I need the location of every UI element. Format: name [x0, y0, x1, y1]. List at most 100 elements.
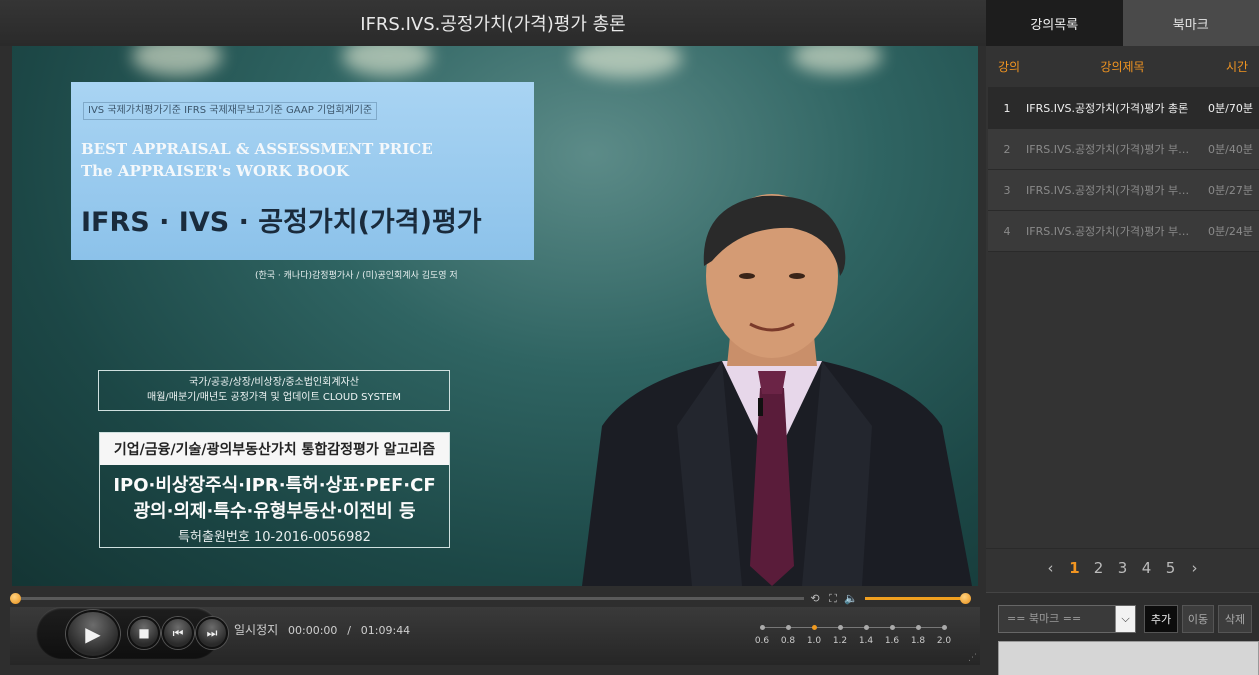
- speed-dot[interactable]: [760, 625, 765, 630]
- lecture-title: IFRS.IVS.공정가치(가격)평가 부…: [1026, 184, 1190, 197]
- skip-back-icon: ⏮: [172, 625, 184, 640]
- page-2[interactable]: 2: [1092, 559, 1106, 577]
- speed-dot[interactable]: [786, 625, 791, 630]
- seek-handle[interactable]: [10, 593, 21, 604]
- current-time: 00:00:00: [288, 624, 338, 637]
- lecture-number: 4: [1003, 224, 1011, 238]
- box1-line2: 매월/매분기/매년도 공정가격 및 업데이트 CLOUD SYSTEM: [147, 392, 401, 403]
- fullscreen-icon[interactable]: ⛶: [826, 592, 840, 605]
- speed-dot[interactable]: [864, 625, 869, 630]
- speed-selector[interactable]: 0.6 0.8 1.0 1.2 1.4 1.6 1.8 2.0: [752, 621, 957, 651]
- bookmark-select[interactable]: == 북마크 == ⌵: [998, 605, 1136, 633]
- speed-option[interactable]: 1.8: [905, 636, 931, 646]
- presenter-image: [582, 194, 972, 586]
- playback-buttons: ▶ ■ ⏮ ⏭: [36, 607, 228, 659]
- bookmark-controls: == 북마크 == ⌵ 추가 이동 삭제: [986, 592, 1259, 675]
- lecture-title: IFRS.IVS.공정가치(가격)평가 총론: [1026, 102, 1189, 115]
- prev-page-button[interactable]: ‹: [1044, 559, 1058, 577]
- bookmark-memo-field[interactable]: [998, 641, 1259, 675]
- speed-dot[interactable]: [942, 625, 947, 630]
- cloud-system-box: 국가/공공/상장/비상장/중소법인회계자산 매월/매분기/매년도 공정가격 및 …: [98, 370, 450, 411]
- add-bookmark-button[interactable]: 추가: [1144, 605, 1178, 633]
- repeat-icon[interactable]: ⟲: [808, 592, 822, 605]
- player-area: IFRS.IVS.공정가치(가격)평가 총론 IVS 국제가치평가기준 IFRS…: [0, 0, 986, 675]
- seek-bar[interactable]: ⟲ ⛶ 🔈: [10, 592, 980, 606]
- speed-dot[interactable]: [890, 625, 895, 630]
- resize-grip-icon[interactable]: ⋰: [968, 653, 978, 663]
- book-cover-header: IVS 국제가치평가기준 IFRS 국제재무보고기준 GAAP 기업회계기준 B…: [71, 82, 534, 260]
- lecture-row[interactable]: 1 IFRS.IVS.공정가치(가격)평가 총론 0분/70분: [988, 88, 1259, 129]
- pagination: ‹ 1 2 3 4 5 ›: [986, 548, 1259, 580]
- book-main-title: IFRS · IVS · 공정가치(가격)평가: [81, 207, 482, 238]
- tab-lecture-list[interactable]: 강의목록: [986, 0, 1123, 46]
- control-bar: ▶ ■ ⏮ ⏭ 일시정지 00:00:00 / 01:09:44 0.6 0.8 1…: [10, 607, 980, 665]
- speed-option[interactable]: 1.2: [827, 636, 853, 646]
- speed-option[interactable]: 1.0: [801, 636, 827, 646]
- volume-handle[interactable]: [960, 593, 971, 604]
- page-3[interactable]: 3: [1116, 559, 1130, 577]
- book-author: (한국 · 캐나다)감정평가사 / (미)공인회계사 김도영 저: [255, 271, 458, 281]
- page-1[interactable]: 1: [1068, 559, 1082, 577]
- speed-option[interactable]: 2.0: [931, 636, 957, 646]
- tab-bookmark[interactable]: 북마크: [1122, 0, 1259, 46]
- algorithm-box: 기업/금융/기술/광의부동산가치 통합감정평가 알고리즘 IPO·비상장주식·I…: [99, 432, 450, 548]
- stop-icon: ■: [138, 626, 150, 640]
- time-separator: /: [347, 624, 351, 637]
- lecture-row[interactable]: 3 IFRS.IVS.공정가치(가격)평가 부… 0분/27분: [988, 170, 1259, 211]
- play-icon: ▶: [85, 622, 101, 646]
- next-page-button[interactable]: ›: [1188, 559, 1202, 577]
- ceiling-light: [572, 46, 682, 78]
- ceiling-light: [342, 46, 432, 76]
- speed-option[interactable]: 0.8: [775, 636, 801, 646]
- column-header-title: 강의제목: [1100, 60, 1145, 74]
- speed-option[interactable]: 0.6: [749, 636, 775, 646]
- total-time: 01:09:44: [360, 624, 411, 637]
- lecture-row[interactable]: 2 IFRS.IVS.공정가치(가격)평가 부… 0분/40분: [988, 129, 1259, 170]
- patent-number: 특허출원번호 10-2016-0056982: [178, 530, 371, 545]
- player-window: IFRS.IVS.공정가치(가격)평가 총론 IVS 국제가치평가기준 IFRS…: [0, 0, 1259, 675]
- lecture-title: IFRS.IVS.공정가치(가격)평가 부…: [1026, 225, 1190, 238]
- play-button[interactable]: ▶: [66, 610, 120, 658]
- lecture-time: 0분/40분: [1208, 143, 1253, 156]
- lecture-time: 0분/24분: [1208, 225, 1253, 238]
- move-bookmark-button[interactable]: 이동: [1182, 605, 1214, 633]
- speed-dot[interactable]: [916, 625, 921, 630]
- chevron-down-icon[interactable]: ⌵: [1115, 606, 1135, 632]
- column-header-time: 시간: [1225, 60, 1249, 74]
- delete-bookmark-button[interactable]: 삭제: [1218, 605, 1252, 633]
- lecture-number: 1: [1003, 101, 1011, 115]
- column-header-number: 강의: [997, 60, 1021, 74]
- book-english-title: BEST APPRAISAL & ASSESSMENT PRICE: [81, 140, 433, 158]
- speed-dot[interactable]: [838, 625, 843, 630]
- next-button[interactable]: ⏭: [196, 617, 228, 649]
- book-english-subtitle: The APPRAISER's WORK BOOK: [81, 162, 349, 180]
- speed-option[interactable]: 1.6: [879, 636, 905, 646]
- box2-line2: 광의·의제·특수·유형부동산·이전비 등: [133, 501, 416, 522]
- lecture-time: 0분/27분: [1208, 184, 1253, 197]
- box1-line1: 국가/공공/상장/비상장/중소법인회계자산: [189, 377, 359, 388]
- status-text: 일시정지: [234, 623, 279, 637]
- stop-button[interactable]: ■: [128, 617, 160, 649]
- speed-option[interactable]: 1.4: [853, 636, 879, 646]
- lecture-list: 1 IFRS.IVS.공정가치(가격)평가 총론 0분/70분 2 IFRS.I…: [988, 88, 1259, 252]
- side-panel: 강의목록 북마크 강의 강의제목 시간 1 IFRS.IVS.공정가치(가격)평…: [986, 0, 1259, 675]
- playback-status: 일시정지 00:00:00 / 01:09:44: [234, 621, 410, 638]
- window-title: IFRS.IVS.공정가치(가격)평가 총론: [0, 0, 986, 46]
- lecture-table-header: 강의 강의제목 시간: [988, 46, 1259, 88]
- video-frame[interactable]: IVS 국제가치평가기준 IFRS 국제재무보고기준 GAAP 기업회계기준 B…: [12, 46, 978, 586]
- box2-heading: 기업/금융/기술/광의부동산가치 통합감정평가 알고리즘: [100, 433, 449, 465]
- volume-icon[interactable]: 🔈: [844, 592, 858, 605]
- skip-forward-icon: ⏭: [206, 625, 218, 640]
- lecture-number: 3: [1003, 183, 1011, 197]
- speed-dot[interactable]: [812, 625, 817, 630]
- seek-track[interactable]: [14, 597, 804, 600]
- panel-tabs: 강의목록 북마크: [986, 0, 1259, 46]
- lecture-title: IFRS.IVS.공정가치(가격)평가 부…: [1026, 143, 1190, 156]
- page-5[interactable]: 5: [1164, 559, 1178, 577]
- page-4[interactable]: 4: [1140, 559, 1154, 577]
- volume-slider[interactable]: [865, 597, 968, 600]
- ceiling-light: [132, 46, 222, 76]
- lecture-row[interactable]: 4 IFRS.IVS.공정가치(가격)평가 부… 0분/24분: [988, 211, 1259, 252]
- book-standards: IVS 국제가치평가기준 IFRS 국제재무보고기준 GAAP 기업회계기준: [83, 102, 378, 120]
- previous-button[interactable]: ⏮: [162, 617, 194, 649]
